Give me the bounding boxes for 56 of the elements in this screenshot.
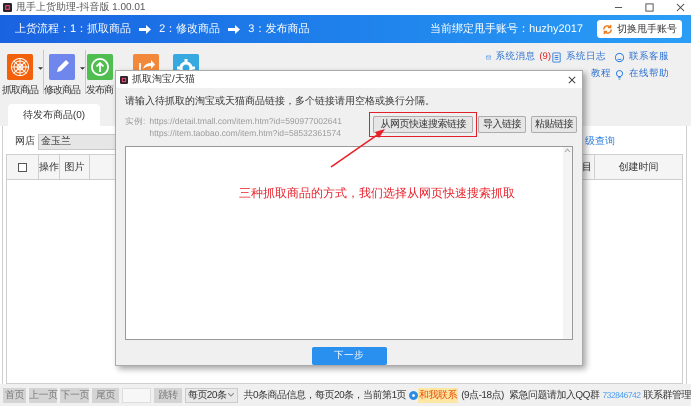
dialog-button[interactable]: 从网页快速搜索链接 [373, 116, 473, 133]
arrow-icon [139, 24, 152, 34]
dialog-title: 抓取淘宝/天猫 [132, 72, 195, 87]
dialog-button[interactable]: 粘贴链接 [531, 116, 577, 133]
example-url: https://detail.tmall.com/item.htm?id=590977002641 [149, 115, 342, 127]
column-header[interactable]: 操作 [39, 155, 60, 179]
service-hours: (9点-18点) [461, 388, 504, 402]
app-icon [120, 76, 128, 84]
group-admin-link[interactable]: 联系群管理 [644, 388, 691, 402]
step-label: 3：发布商品 [248, 22, 310, 37]
switch-account-button[interactable]: 切换甩手账号 [597, 20, 682, 38]
search-link[interactable]: 级查询 [585, 134, 615, 149]
account-label: 当前绑定甩手账号：huzhy2017 [430, 22, 583, 37]
toolbar-link[interactable]: 在线帮助 [629, 67, 669, 82]
close-icon[interactable] [676, 3, 685, 12]
qq-number: 732846742 [602, 388, 640, 402]
dialog-button[interactable]: 导入链接 [478, 116, 526, 133]
spider-web-icon[interactable] [7, 54, 33, 80]
tool-label[interactable]: 发布商 [86, 83, 113, 98]
refresh-icon [602, 24, 613, 34]
link-textarea[interactable]: 三种抓取商品的方式，我们选择从网页快速搜索抓取 [125, 146, 573, 340]
shop-dropdown[interactable]: 金玉兰 [38, 134, 116, 150]
column-header[interactable]: 创建时间 [594, 155, 682, 179]
annotation-text: 三种抓取商品的方式，我们选择从网页快速搜索抓取 [239, 185, 515, 202]
example-url: https://item.taobao.com/item.htm?id=58532361574 [149, 127, 342, 139]
column-header[interactable]: 图片 [60, 155, 90, 179]
tab[interactable]: 待发布商品(0) [8, 104, 100, 126]
page-size-dropdown[interactable]: 每页20条 [184, 388, 238, 402]
dropdown-caret-icon[interactable] [38, 67, 43, 70]
example-label: 实例: [125, 115, 146, 128]
toolbar-link[interactable]: 教程 [591, 67, 611, 82]
tool-label[interactable]: 抓取商品 [2, 83, 38, 98]
light-bulb-icon [614, 69, 625, 80]
toolbar-link[interactable]: 联系客服 [629, 50, 669, 65]
message-count: (9) [539, 50, 551, 64]
arrow-icon [228, 24, 240, 34]
step-label: 上货流程：1：抓取商品 [15, 22, 132, 37]
tool-label[interactable]: 修改商品 [44, 83, 80, 98]
document-icon [551, 52, 562, 63]
page-input[interactable] [122, 388, 152, 402]
instruction-text: 请输入待抓取的淘宝或天猫商品链接，多个链接请用空格或换行分隔。 [124, 94, 436, 109]
dropdown-caret-icon[interactable] [80, 67, 85, 70]
close-icon[interactable] [568, 76, 576, 84]
pencil-icon[interactable] [49, 54, 75, 80]
window-title: 甩手上货助理-抖音版 1.00.01 [16, 0, 146, 15]
pager-summary: 共0条商品信息，每页20条，当前第1页 [243, 388, 406, 402]
maximize-icon[interactable] [645, 3, 654, 12]
smiley-icon [614, 52, 625, 63]
step-label: 2：修改商品 [159, 22, 220, 37]
toolbar-link[interactable]: 系统日志 [566, 50, 606, 65]
shop-label: 网店 [15, 134, 35, 149]
chevron-icon [228, 393, 234, 397]
toolbar-link[interactable]: 系统消息 [495, 50, 536, 65]
qq-group-text: 紧急问题请加入QQ群 [508, 388, 600, 402]
select-all-checkbox[interactable] [18, 162, 27, 172]
app-icon [3, 3, 12, 12]
